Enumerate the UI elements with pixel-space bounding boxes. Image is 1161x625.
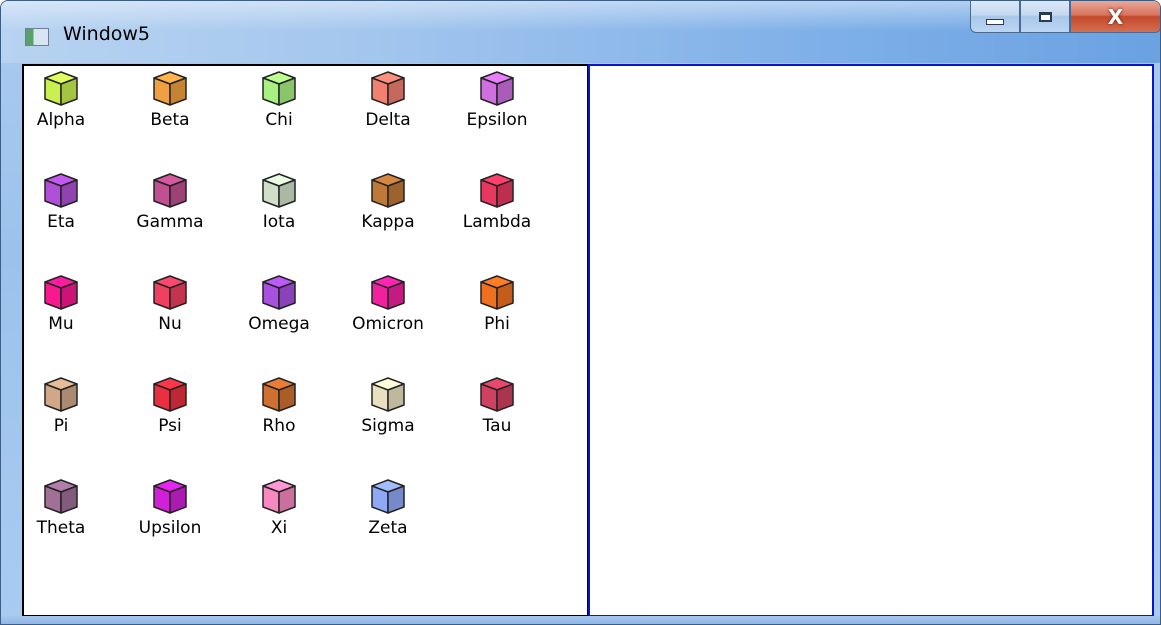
list-item-label: Xi	[270, 518, 288, 538]
list-item-label: Phi	[484, 314, 510, 334]
item-grid: Alpha Beta Chi Delta Epsilon Eta Gamma Iota Kapp…	[24, 68, 584, 558]
list-item[interactable]: Eta	[24, 170, 98, 252]
list-item-label: Beta	[150, 110, 190, 130]
list-item-label: Epsilon	[466, 110, 528, 130]
minimize-icon	[986, 18, 1004, 25]
list-item-label: Chi	[265, 110, 293, 130]
list-item[interactable]: Mu	[24, 272, 98, 354]
list-item[interactable]: Tau	[460, 374, 534, 456]
list-item-label: Pi	[53, 416, 69, 436]
item-list-panel[interactable]: Alpha Beta Chi Delta Epsilon Eta Gamma Iota Kapp…	[22, 64, 589, 617]
list-item[interactable]: Lambda	[460, 170, 534, 252]
cube-icon	[480, 71, 514, 106]
list-item-label: Rho	[262, 416, 296, 436]
list-item[interactable]: Delta	[351, 68, 425, 150]
cube-icon	[371, 275, 405, 310]
cube-icon	[44, 173, 78, 208]
window-title: Window5	[63, 23, 151, 45]
list-item[interactable]: Epsilon	[460, 68, 534, 150]
list-item[interactable]: Omicron	[351, 272, 425, 354]
cube-icon	[480, 173, 514, 208]
cube-icon	[153, 71, 187, 106]
cube-icon	[262, 479, 296, 514]
cube-icon	[153, 377, 187, 412]
list-item[interactable]: Iota	[242, 170, 316, 252]
cube-icon	[262, 71, 296, 106]
list-item[interactable]: Upsilon	[133, 476, 207, 558]
cube-icon	[262, 173, 296, 208]
list-item-label: Eta	[47, 212, 75, 232]
maximize-button[interactable]	[1020, 1, 1070, 33]
list-item-label: Kappa	[361, 212, 415, 232]
cube-icon	[480, 275, 514, 310]
close-button[interactable]: X	[1070, 1, 1160, 33]
list-item[interactable]: Xi	[242, 476, 316, 558]
list-item[interactable]: Kappa	[351, 170, 425, 252]
list-item-label: Lambda	[462, 212, 532, 232]
list-item-label: Upsilon	[138, 518, 202, 538]
client-area: Alpha Beta Chi Delta Epsilon Eta Gamma Iota Kapp…	[22, 64, 1154, 617]
list-item[interactable]: Phi	[460, 272, 534, 354]
minimize-button[interactable]	[970, 1, 1020, 33]
list-item-label: Nu	[158, 314, 182, 334]
list-item-label: Omega	[248, 314, 310, 334]
cube-icon	[480, 377, 514, 412]
cube-icon	[44, 479, 78, 514]
list-item[interactable]: Omega	[242, 272, 316, 354]
cube-icon	[44, 275, 78, 310]
cube-icon	[153, 479, 187, 514]
list-item-label: Delta	[365, 110, 411, 130]
list-item-label: Sigma	[361, 416, 415, 436]
drop-target-panel[interactable]	[588, 64, 1154, 617]
list-item[interactable]: Pi	[24, 374, 98, 456]
list-item[interactable]: Rho	[242, 374, 316, 456]
cube-icon	[371, 71, 405, 106]
close-icon: X	[1107, 4, 1124, 29]
cube-icon	[371, 377, 405, 412]
maximize-icon	[1038, 11, 1052, 22]
cube-icon	[371, 479, 405, 514]
list-item[interactable]: Nu	[133, 272, 207, 354]
cube-icon	[153, 173, 187, 208]
list-item[interactable]: Chi	[242, 68, 316, 150]
list-item-label: Iota	[262, 212, 296, 232]
list-item[interactable]: Theta	[24, 476, 98, 558]
list-item[interactable]: Psi	[133, 374, 207, 456]
list-item-label: Alpha	[36, 110, 86, 130]
list-item[interactable]: Alpha	[24, 68, 98, 150]
cube-icon	[44, 377, 78, 412]
list-item-label: Mu	[48, 314, 74, 334]
cube-icon	[262, 275, 296, 310]
caption-buttons: X	[970, 1, 1160, 37]
list-item[interactable]: Gamma	[133, 170, 207, 252]
cube-icon	[371, 173, 405, 208]
cube-icon	[262, 377, 296, 412]
list-item-label: Psi	[158, 416, 182, 436]
list-item-label: Theta	[36, 518, 86, 538]
window: Window5 X Alpha Beta Chi Delta Epsilon Eta Gam…	[0, 0, 1161, 625]
list-item[interactable]: Beta	[133, 68, 207, 150]
window-bottom-border	[1, 616, 1160, 624]
cube-icon	[153, 275, 187, 310]
list-item[interactable]: Zeta	[351, 476, 425, 558]
list-item-label: Zeta	[368, 518, 408, 538]
list-item-label: Tau	[482, 416, 512, 436]
app-window-icon[interactable]	[25, 28, 49, 46]
list-item-label: Omicron	[352, 314, 424, 334]
list-item-label: Gamma	[136, 212, 204, 232]
list-item[interactable]: Sigma	[351, 374, 425, 456]
cube-icon	[44, 71, 78, 106]
